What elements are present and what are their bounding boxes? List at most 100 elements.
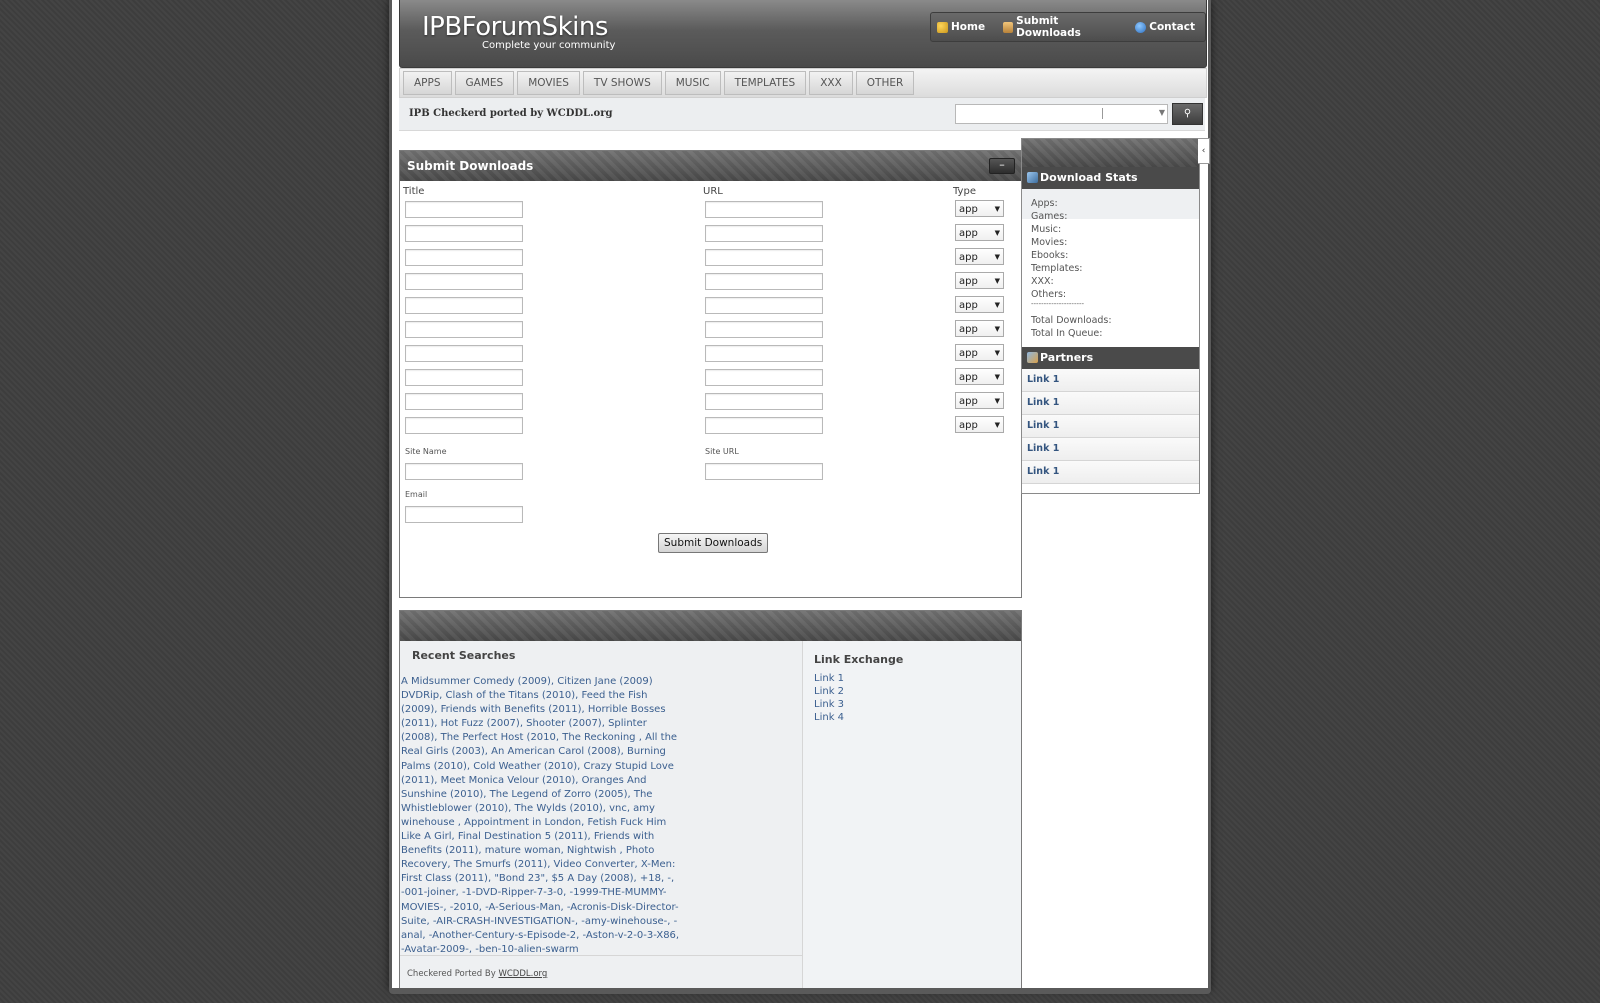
type-select[interactable]: app ▼ bbox=[955, 248, 1004, 265]
type-select[interactable]: app ▼ bbox=[955, 272, 1004, 289]
link-exchange-item[interactable]: Link 3 bbox=[814, 699, 844, 710]
recent-searches-title: Recent Searches bbox=[412, 649, 516, 662]
partner-link-label[interactable]: Link 1 bbox=[1027, 443, 1059, 454]
tab-other[interactable]: OTHER bbox=[855, 71, 915, 95]
type-select-value: app bbox=[959, 276, 978, 287]
footer-link[interactable]: WCDDL.org bbox=[498, 969, 547, 979]
site-name-field[interactable] bbox=[405, 463, 523, 480]
site-url-field[interactable] bbox=[705, 463, 823, 480]
title-field[interactable] bbox=[405, 225, 523, 242]
type-select-value: app bbox=[959, 252, 978, 263]
sidebar-header bbox=[1022, 139, 1199, 167]
partner-link[interactable]: Link 1 bbox=[1022, 392, 1199, 415]
category-bar: APPS GAMES MOVIES TV SHOWS MUSIC TEMPLAT… bbox=[399, 68, 1207, 98]
link-exchange-title: Link Exchange bbox=[814, 653, 904, 666]
title-field[interactable] bbox=[405, 417, 523, 434]
page-wrapper: IPBForumSkins Complete your community Ho… bbox=[389, 0, 1211, 990]
tab-tv-shows[interactable]: TV SHOWS bbox=[582, 71, 662, 95]
type-select[interactable]: app ▼ bbox=[955, 320, 1004, 337]
type-select-value: app bbox=[959, 228, 978, 239]
column-title-header: Title bbox=[403, 186, 425, 197]
chevron-down-icon: ▼ bbox=[994, 277, 1000, 285]
type-select[interactable]: app ▼ bbox=[955, 344, 1004, 361]
partner-link-label[interactable]: Link 1 bbox=[1027, 420, 1059, 431]
package-icon bbox=[1003, 21, 1014, 33]
help-icon bbox=[1135, 21, 1147, 33]
partner-link[interactable]: Link 1 bbox=[1022, 415, 1199, 438]
partner-link-label[interactable]: Link 1 bbox=[1027, 466, 1059, 477]
url-field[interactable] bbox=[705, 345, 823, 362]
stat-games: Games: bbox=[1031, 211, 1068, 222]
link-exchange-item[interactable]: Link 2 bbox=[814, 686, 844, 697]
email-field[interactable] bbox=[405, 506, 523, 523]
partner-link-label[interactable]: Link 1 bbox=[1027, 374, 1059, 385]
stat-music: Music: bbox=[1031, 224, 1062, 235]
tab-music[interactable]: MUSIC bbox=[664, 71, 721, 95]
search-input[interactable]: ▼ bbox=[955, 104, 1168, 124]
column-type-header: Type bbox=[953, 186, 976, 197]
type-select[interactable]: app ▼ bbox=[955, 392, 1004, 409]
stat-others: Others: bbox=[1031, 289, 1067, 300]
recent-searches-list[interactable]: A Midsummer Comedy (2009), Citizen Jane … bbox=[401, 675, 681, 957]
partner-link[interactable]: Link 1 bbox=[1022, 461, 1199, 484]
type-select-value: app bbox=[959, 300, 978, 311]
url-field[interactable] bbox=[705, 321, 823, 338]
title-field[interactable] bbox=[405, 273, 523, 290]
url-field[interactable] bbox=[705, 297, 823, 314]
title-field[interactable] bbox=[405, 201, 523, 218]
title-field[interactable] bbox=[405, 393, 523, 410]
column-url-header: URL bbox=[703, 186, 723, 197]
type-select[interactable]: app ▼ bbox=[955, 416, 1004, 433]
title-field[interactable] bbox=[405, 321, 523, 338]
partner-link[interactable]: Link 1 bbox=[1022, 369, 1199, 392]
type-select[interactable]: app ▼ bbox=[955, 200, 1004, 217]
nav-submit-label: Submit Downloads bbox=[1016, 15, 1081, 39]
nav-submit-downloads[interactable]: Submit Downloads bbox=[1003, 15, 1117, 39]
collapse-button[interactable]: – bbox=[989, 158, 1015, 174]
partner-link[interactable]: Link 1 bbox=[1022, 438, 1199, 461]
logo[interactable]: IPBForumSkins bbox=[422, 12, 608, 42]
url-field[interactable] bbox=[705, 273, 823, 290]
tab-xxx[interactable]: XXX bbox=[809, 71, 853, 95]
url-field[interactable] bbox=[705, 369, 823, 386]
top-navigation: Home Submit Downloads Contact bbox=[930, 12, 1206, 42]
url-field[interactable] bbox=[705, 249, 823, 266]
site-url-label: Site URL bbox=[705, 447, 739, 456]
url-field[interactable] bbox=[705, 393, 823, 410]
title-field[interactable] bbox=[405, 297, 523, 314]
title-field[interactable] bbox=[405, 369, 523, 386]
key-icon bbox=[937, 21, 948, 33]
chevron-down-icon: ▼ bbox=[994, 301, 1000, 309]
sidebar-toggle-button[interactable]: ‹ bbox=[1198, 138, 1210, 164]
submit-downloads-button[interactable]: Submit Downloads bbox=[658, 533, 769, 553]
title-field[interactable] bbox=[405, 345, 523, 362]
search-button[interactable]: ⚲ bbox=[1172, 103, 1203, 125]
stat-xxx: XXX: bbox=[1031, 276, 1054, 287]
nav-home[interactable]: Home bbox=[937, 21, 985, 33]
tab-movies[interactable]: MOVIES bbox=[517, 71, 580, 95]
stat-movies: Movies: bbox=[1031, 237, 1068, 248]
type-select[interactable]: app ▼ bbox=[955, 368, 1004, 385]
logo-tagline: Complete your community bbox=[482, 40, 616, 51]
url-field[interactable] bbox=[705, 225, 823, 242]
partner-link-label[interactable]: Link 1 bbox=[1027, 397, 1059, 408]
type-select[interactable]: app ▼ bbox=[955, 224, 1004, 241]
submit-downloads-panel: Submit Downloads – Title URL Type app ▼ ap… bbox=[399, 150, 1022, 598]
title-field[interactable] bbox=[405, 249, 523, 266]
url-field[interactable] bbox=[705, 417, 823, 434]
type-select-value: app bbox=[959, 348, 978, 359]
tab-templates[interactable]: TEMPLATES bbox=[723, 71, 807, 95]
link-exchange-item[interactable]: Link 1 bbox=[814, 673, 844, 684]
chevron-down-icon: ▼ bbox=[994, 229, 1000, 237]
link-exchange-item[interactable]: Link 4 bbox=[814, 712, 844, 723]
search-icon: ⚲ bbox=[1183, 108, 1192, 119]
site-name-label: Site Name bbox=[405, 447, 447, 456]
recent-searches-section: Recent Searches A Midsummer Comedy (2009… bbox=[400, 641, 803, 988]
tab-apps[interactable]: APPS bbox=[403, 71, 452, 95]
tab-games[interactable]: GAMES bbox=[454, 71, 515, 95]
stats-icon bbox=[1027, 172, 1038, 183]
chevron-down-icon[interactable]: ▼ bbox=[1159, 108, 1165, 117]
type-select[interactable]: app ▼ bbox=[955, 296, 1004, 313]
url-field[interactable] bbox=[705, 201, 823, 218]
nav-contact[interactable]: Contact bbox=[1135, 21, 1195, 33]
